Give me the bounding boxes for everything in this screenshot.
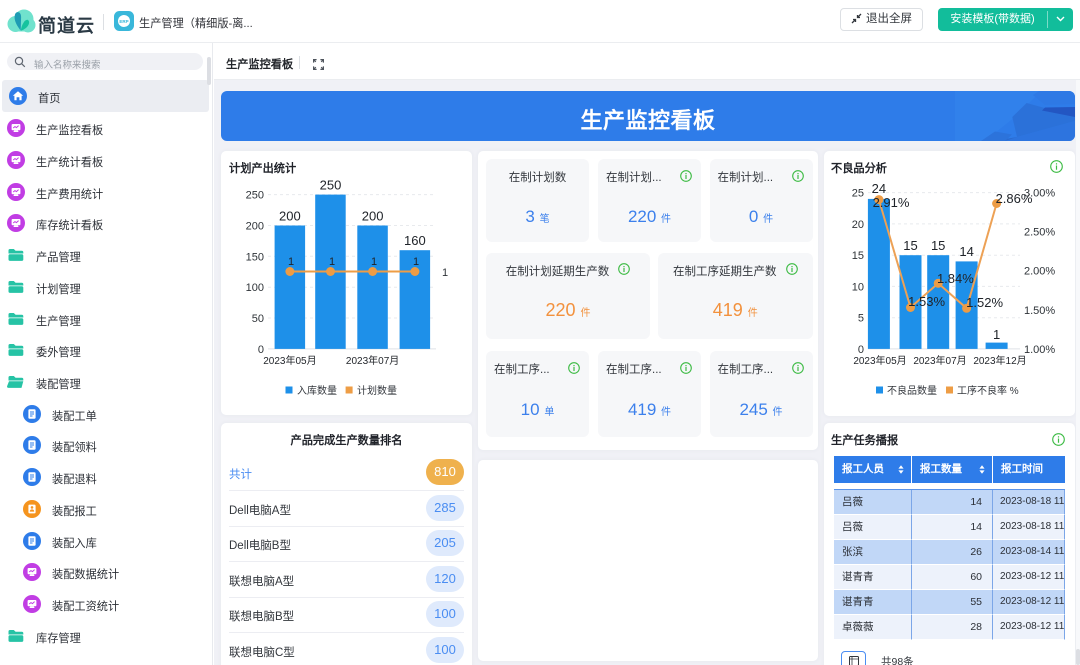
- svg-text:1: 1: [413, 256, 419, 268]
- svg-text:200: 200: [362, 209, 384, 224]
- svg-text:1: 1: [442, 267, 448, 279]
- svg-text:10: 10: [852, 281, 864, 293]
- svg-text:1.00%: 1.00%: [1024, 344, 1055, 356]
- svg-text:50: 50: [252, 313, 264, 325]
- svg-text:200: 200: [279, 209, 301, 224]
- svg-text:1.52%: 1.52%: [966, 295, 1003, 310]
- svg-text:1.50%: 1.50%: [1024, 305, 1055, 317]
- svg-text:1.84%: 1.84%: [937, 271, 974, 286]
- svg-text:250: 250: [246, 190, 264, 202]
- svg-text:2.91%: 2.91%: [873, 195, 910, 210]
- svg-text:0: 0: [858, 344, 864, 356]
- svg-text:2023年07月: 2023年07月: [913, 354, 966, 367]
- svg-text:24: 24: [872, 181, 886, 196]
- svg-text:1: 1: [288, 256, 294, 268]
- svg-text:14: 14: [959, 244, 973, 259]
- svg-text:0: 0: [258, 344, 264, 356]
- svg-text:2023年05月: 2023年05月: [263, 354, 316, 367]
- svg-text:15: 15: [931, 238, 945, 253]
- svg-text:2023年12月: 2023年12月: [973, 354, 1026, 367]
- svg-text:ERP: ERP: [119, 19, 128, 24]
- svg-text:15: 15: [903, 238, 917, 253]
- svg-text:25: 25: [852, 188, 864, 200]
- svg-text:1.53%: 1.53%: [908, 294, 945, 309]
- svg-text:1: 1: [993, 327, 1000, 342]
- svg-text:不良品数量: 不良品数量: [887, 384, 937, 397]
- svg-text:2023年05月: 2023年05月: [853, 354, 906, 367]
- svg-text:20: 20: [852, 219, 864, 231]
- svg-text:200: 200: [246, 221, 264, 233]
- svg-text:2.86%: 2.86%: [996, 191, 1033, 206]
- svg-text:计划数量: 计划数量: [357, 384, 397, 397]
- svg-text:入库数量: 入库数量: [297, 384, 337, 397]
- svg-text:160: 160: [404, 233, 426, 248]
- svg-text:100: 100: [246, 282, 264, 294]
- svg-text:5: 5: [858, 313, 864, 325]
- svg-text:2.50%: 2.50%: [1024, 227, 1055, 239]
- svg-text:250: 250: [320, 178, 342, 193]
- svg-text:15: 15: [852, 250, 864, 262]
- svg-text:2.00%: 2.00%: [1024, 266, 1055, 278]
- svg-text:2023年07月: 2023年07月: [346, 354, 399, 367]
- svg-text:1: 1: [329, 256, 335, 268]
- svg-text:1: 1: [371, 256, 377, 268]
- svg-text:150: 150: [246, 251, 264, 263]
- svg-text:工序不良率 %: 工序不良率 %: [957, 384, 1019, 397]
